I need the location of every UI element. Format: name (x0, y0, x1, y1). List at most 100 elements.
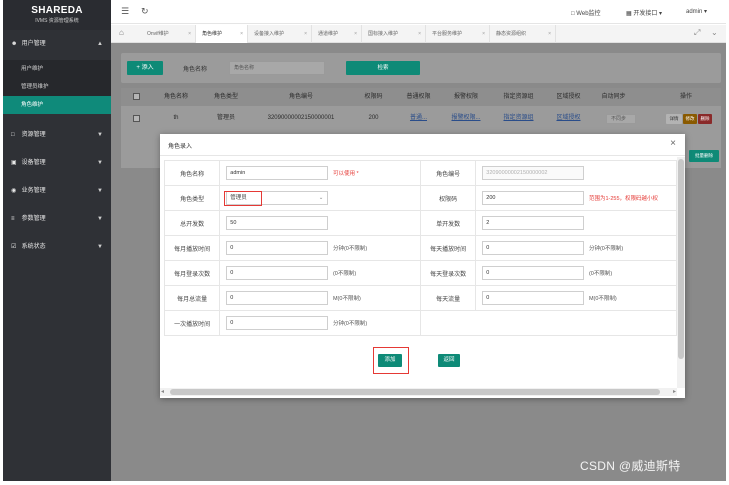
daily-play-time-input[interactable]: 0 (482, 241, 585, 255)
tab-onvif[interactable]: Onvif维护 × (141, 25, 196, 43)
field-label: 权限码 (419, 185, 477, 211)
user-menu[interactable]: admin ▾ (686, 8, 707, 15)
close-icon[interactable]: × (482, 25, 485, 43)
sidebar-item-user-maintain[interactable]: 用户维护 (3, 60, 111, 78)
vertical-scrollbar[interactable] (677, 157, 685, 388)
status-icon: ☑ (11, 244, 17, 250)
sidebar-group-business[interactable]: ◉ 业务管理 ▼ (3, 179, 111, 204)
tab-role[interactable]: 角色维护 × (196, 25, 248, 43)
monthly-login-hint: (0不限制) (332, 271, 357, 277)
sidebar-group-user[interactable]: ☻ 用户管理 ▲ (3, 32, 111, 57)
single-dev-input[interactable]: 2 (482, 216, 585, 230)
sidebar-item-role-maintain[interactable]: 角色维护 (3, 96, 111, 114)
close-icon[interactable]: × (670, 138, 676, 149)
sidebar-group-params[interactable]: ≡ 参数管理 ▼ (3, 207, 111, 232)
sidebar-group-status[interactable]: ☑ 系统状态 ▼ (3, 235, 111, 260)
field-label: 每天登录次数 (419, 260, 477, 286)
sidebar-group-label: 参数管理 (21, 216, 46, 222)
close-icon[interactable]: × (188, 25, 191, 43)
sidebar-group-device[interactable]: ▣ 设备管理 ▼ (3, 151, 111, 176)
horizontal-scrollbar[interactable]: ◂ ▸ (160, 388, 677, 396)
close-icon[interactable]: × (240, 25, 243, 43)
daily-login-input[interactable]: 0 (482, 266, 585, 280)
scroll-thumb[interactable] (170, 389, 660, 395)
dev-interface-label: 开发接口 (633, 11, 658, 17)
empty-cell (419, 310, 476, 336)
col-normal-perm: 普通权限 (406, 94, 431, 100)
close-icon[interactable]: × (304, 25, 307, 43)
role-name-search-input[interactable]: 角色名称 (229, 61, 325, 75)
table-header: 角色名称 角色类型 角色编号 权限码 普通权限 报警权限 指定资源组 区域授权 … (121, 88, 721, 106)
monthly-traffic-hint: M(0不限制) (332, 296, 361, 302)
alarm-perm-link[interactable]: 报警权限... (441, 110, 491, 126)
search-card: + 添入 角色名称 角色名称 检索 (121, 53, 721, 83)
chevron-down-icon[interactable]: ⌄ (711, 28, 718, 37)
field-label: 总开发数 (163, 210, 221, 236)
scroll-right-icon[interactable]: ▸ (673, 388, 676, 395)
tab-device-access[interactable]: 设备接入维护 × (248, 25, 312, 43)
total-dev-input[interactable]: 50 (226, 216, 329, 230)
detail-button[interactable]: 详情 (666, 114, 682, 124)
dialog-title: 角色录入 (168, 144, 193, 150)
normal-perm-link[interactable]: 普通... (396, 110, 441, 126)
tab-platform-service[interactable]: 平台服务维护 × (426, 25, 490, 43)
tab-gb-access[interactable]: 国标接入维护 × (362, 25, 426, 43)
refresh-icon[interactable]: ↻ (141, 6, 149, 17)
sidebar-item-admin-maintain[interactable]: 管理员维护 (3, 78, 111, 96)
add-button[interactable]: + 添入 (127, 61, 163, 75)
folder-icon: □ (11, 132, 15, 138)
home-icon[interactable]: ⌂ (119, 28, 124, 37)
daily-traffic-input[interactable]: 0 (482, 291, 585, 305)
role-entry-dialog: 角色录入 × 角色名称 admin 可以使用 * 角色编号 3209000000… (160, 134, 685, 398)
device-icon: ▣ (11, 160, 17, 166)
role-name-input[interactable]: admin (226, 166, 329, 180)
field-cell: 200 范围为1-255，权限码越小权 (475, 185, 677, 211)
chevron-down-icon: ⌄ (318, 195, 324, 201)
sidebar-group-label: 系统状态 (21, 244, 46, 250)
delete-button[interactable]: 删除 (698, 114, 712, 124)
col-resource-group: 指定资源组 (503, 94, 534, 100)
chevron-down-icon: ▼ (97, 160, 103, 166)
edit-button[interactable]: 修改 (683, 114, 697, 124)
tab-static-resource[interactable]: 静态资源组织 × (490, 25, 556, 43)
sidebar-group-resource[interactable]: □ 资源管理 ▼ (3, 123, 111, 148)
chevron-down-icon: ▼ (97, 244, 103, 250)
batch-delete-button[interactable]: 批量删除 (689, 150, 719, 162)
scroll-left-icon[interactable]: ◂ (161, 388, 164, 395)
role-form: 角色名称 admin 可以使用 * 角色编号 32090000002150000… (163, 160, 677, 336)
monthly-traffic-input[interactable]: 0 (226, 291, 329, 305)
add-confirm-button[interactable]: 添加 (378, 354, 402, 367)
params-icon: ≡ (11, 216, 15, 222)
search-button[interactable]: 检索 (346, 61, 420, 75)
fullscreen-icon[interactable]: ⤢ (694, 28, 700, 38)
scroll-thumb[interactable] (678, 159, 684, 359)
web-monitor-link[interactable]: □ Web监控 (571, 8, 601, 17)
resource-group-link[interactable]: 指定资源组 (491, 110, 546, 126)
single-play-time-hint: 分钟(0不限制) (332, 321, 368, 327)
menu-toggle-icon[interactable]: ☰ (121, 6, 129, 17)
close-icon[interactable]: × (354, 25, 357, 43)
dev-interface-menu[interactable]: ▦ 开发接口 ▾ (626, 8, 662, 17)
chevron-down-icon: ▼ (97, 132, 103, 138)
field-cell: 管理员 ⌄ (219, 185, 421, 211)
dialog-header: 角色录入 × (160, 134, 685, 156)
role-name-label: 角色名称 (183, 67, 208, 73)
row-checkbox[interactable] (133, 115, 140, 122)
back-button[interactable]: 返回 (438, 354, 460, 367)
single-play-time-input[interactable]: 0 (226, 316, 329, 330)
area-auth-link[interactable]: 区域授权 (546, 110, 591, 126)
close-icon[interactable]: × (418, 25, 421, 43)
select-all-checkbox[interactable] (133, 93, 140, 100)
close-icon[interactable]: × (548, 25, 551, 43)
auto-sync-select[interactable]: 不同步 (606, 114, 636, 124)
monthly-play-time-input[interactable]: 0 (226, 241, 329, 255)
tab-channel[interactable]: 通道维护 × (312, 25, 362, 43)
col-perm-code: 权限码 (364, 94, 383, 100)
tab-label: 角色维护 (202, 31, 223, 37)
monthly-login-input[interactable]: 0 (226, 266, 329, 280)
col-area-auth: 区域授权 (556, 94, 581, 100)
sidebar-group-label: 资源管理 (21, 132, 46, 138)
cell-role-type: 管理员 (216, 115, 235, 121)
field-cell: 32090000002150000002 (475, 160, 677, 186)
perm-code-input[interactable]: 200 (482, 191, 585, 205)
